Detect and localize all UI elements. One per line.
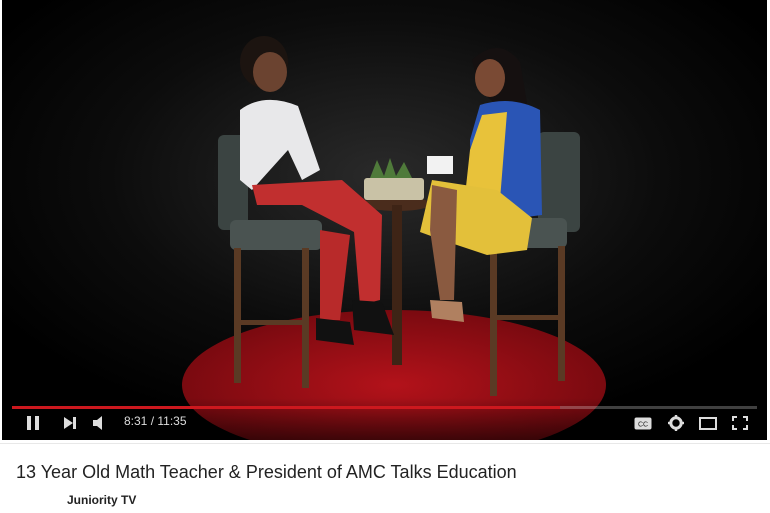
video-frame[interactable] (2, 0, 767, 440)
progress-fill (12, 406, 560, 409)
pause-icon (27, 416, 39, 430)
fullscreen-button[interactable] (727, 412, 753, 434)
volume-icon (93, 416, 102, 430)
captions-icon: CC (634, 417, 652, 429)
next-icon (64, 417, 76, 429)
settings-button[interactable] (663, 412, 689, 434)
theater-mode-icon (699, 416, 717, 430)
channel-name[interactable]: Juniority TV (67, 493, 136, 507)
divider (0, 443, 770, 444)
progress-bar[interactable] (12, 406, 757, 409)
next-button[interactable] (59, 412, 81, 434)
video-player[interactable]: 8:31 / 11:35 CC (2, 0, 767, 440)
channel-logo[interactable] (16, 505, 60, 513)
captions-button[interactable]: CC (630, 412, 656, 434)
theater-mode-button[interactable] (695, 412, 721, 434)
volume-button[interactable] (88, 412, 112, 434)
gear-icon (668, 415, 684, 431)
time-display: 8:31 / 11:35 (124, 414, 187, 428)
svg-text:CC: CC (638, 421, 648, 428)
video-title: 13 Year Old Math Teacher & President of … (16, 462, 517, 482)
fullscreen-icon (732, 416, 748, 430)
pause-button[interactable] (22, 412, 44, 434)
